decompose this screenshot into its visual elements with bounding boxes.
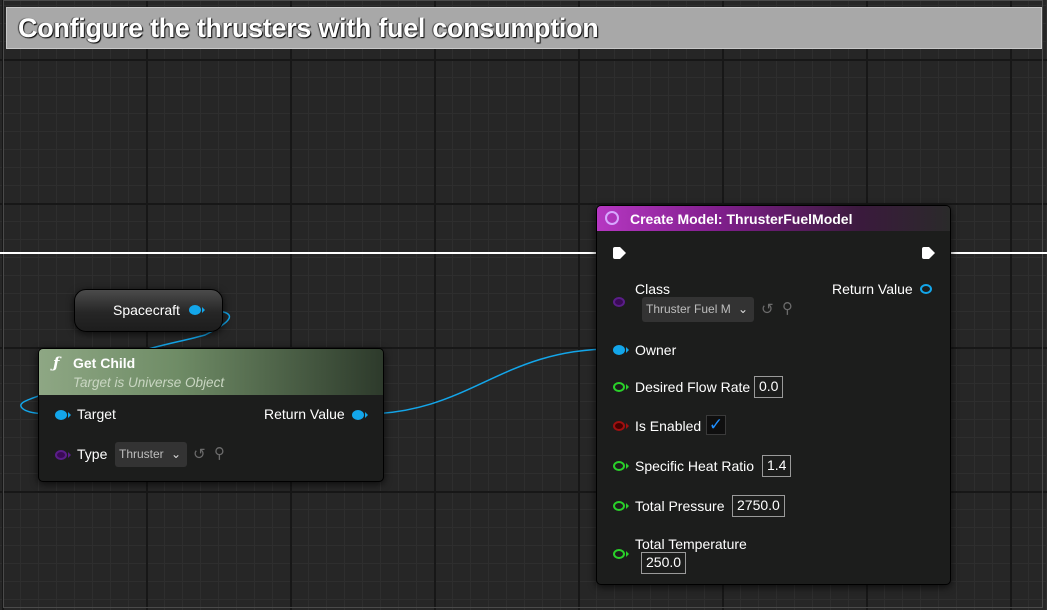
target-pin-arrow-icon xyxy=(68,412,71,418)
create-model-return-label: Return Value xyxy=(832,281,913,297)
spacecraft-output-pin[interactable] xyxy=(189,305,201,315)
type-pin-label: Type xyxy=(77,446,108,462)
spacecraft-label: Spacecraft xyxy=(113,302,180,318)
browse-search-icon[interactable]: ⚲ xyxy=(782,301,793,317)
get-child-node[interactable]: ƒ Get Child Target is Universe Object Ta… xyxy=(38,348,384,482)
class-dropdown-value: Thruster Fuel M xyxy=(646,302,731,316)
specific-heat-ratio-label: Specific Heat Ratio xyxy=(635,458,755,474)
chevron-down-icon: ⌄ xyxy=(737,302,748,316)
type-dropdown-value: Thruster xyxy=(119,447,164,461)
total-pressure-dot[interactable] xyxy=(613,501,625,511)
specific-heat-ratio-dot[interactable] xyxy=(613,461,625,471)
browse-search-icon[interactable]: ⚲ xyxy=(214,446,225,462)
return-value-label: Return Value xyxy=(264,406,345,422)
return-pin-arrow-icon xyxy=(365,412,368,418)
create-model-title: Create Model: ThrusterFuelModel xyxy=(630,211,853,227)
is-enabled-arrow-icon xyxy=(626,423,629,429)
class-dropdown[interactable]: Thruster Fuel M ⌄ xyxy=(642,297,754,322)
spacecraft-node[interactable]: Spacecraft xyxy=(74,289,223,332)
total-pressure-input[interactable]: 2750.0 xyxy=(732,495,785,517)
total-pressure-arrow-icon xyxy=(626,503,629,509)
class-pin-dot[interactable] xyxy=(613,297,625,307)
get-child-title: Get Child xyxy=(73,355,136,371)
return-value-pin-dot[interactable] xyxy=(352,410,364,420)
owner-pin-arrow-icon xyxy=(626,347,629,353)
create-model-node[interactable]: Create Model: ThrusterFuelModel Class Th… xyxy=(596,205,951,585)
is-enabled-label: Is Enabled xyxy=(635,418,702,434)
class-pin-label: Class xyxy=(635,281,671,297)
use-selected-icon[interactable]: ↺ xyxy=(193,447,206,463)
use-selected-icon[interactable]: ↺ xyxy=(761,302,774,318)
desired-flow-rate-arrow-icon xyxy=(626,384,629,390)
type-pin-dot[interactable] xyxy=(55,450,67,460)
get-child-subtitle: Target is Universe Object xyxy=(73,375,225,390)
create-model-return-dot[interactable] xyxy=(920,284,932,294)
target-pin-label: Target xyxy=(77,406,116,422)
create-model-icon xyxy=(605,211,619,225)
desired-flow-rate-label: Desired Flow Rate xyxy=(635,379,751,395)
function-icon: ƒ xyxy=(53,354,60,372)
total-temperature-input[interactable]: 250.0 xyxy=(641,552,687,574)
is-enabled-checkbox[interactable]: ✓ xyxy=(706,415,726,435)
wire-child-to-owner xyxy=(362,348,613,415)
spacecraft-pin-arrow-icon xyxy=(202,307,205,313)
is-enabled-dot[interactable] xyxy=(613,421,625,431)
desired-flow-rate-input[interactable]: 0.0 xyxy=(754,376,784,398)
total-temperature-arrow-icon xyxy=(626,551,629,557)
owner-pin-label: Owner xyxy=(635,342,677,358)
owner-pin-dot[interactable] xyxy=(613,345,625,355)
chevron-down-icon: ⌄ xyxy=(170,447,181,461)
total-temperature-dot[interactable] xyxy=(613,549,625,559)
specific-heat-ratio-input[interactable]: 1.4 xyxy=(762,455,792,477)
specific-heat-ratio-arrow-icon xyxy=(626,463,629,469)
type-dropdown[interactable]: Thruster ⌄ xyxy=(115,442,187,467)
desired-flow-rate-dot[interactable] xyxy=(613,382,625,392)
get-child-header: ƒ Get Child Target is Universe Object xyxy=(39,349,383,395)
target-pin-dot[interactable] xyxy=(55,410,67,420)
create-model-header: Create Model: ThrusterFuelModel xyxy=(597,206,950,231)
total-temperature-label: Total Temperature xyxy=(635,536,747,552)
total-pressure-label: Total Pressure xyxy=(635,498,725,514)
type-pin-arrow-icon xyxy=(68,452,71,458)
